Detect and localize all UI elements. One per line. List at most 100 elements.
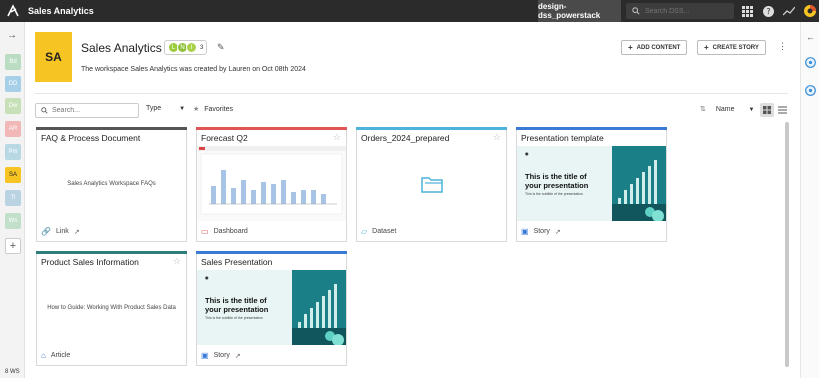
slide-image [292,270,346,345]
slide-logo-icon: ◉ [525,151,529,156]
card-title: Forecast Q2 [201,133,248,143]
workspace-tile[interactable]: Pm [5,144,21,160]
card-type: 🔗 Link ↗ [41,227,80,236]
trend-icon[interactable] [782,4,796,18]
card-type: ⌂ Article [41,351,71,360]
slide-subtitle: This is the subtitle of the presentation [525,192,583,196]
card-accent [36,127,187,130]
favorite-star-icon[interactable]: ☆ [333,132,341,143]
collapse-arrow-icon[interactable]: → [7,30,17,41]
content-card[interactable]: Product Sales Information ☆ How to Guide… [36,251,187,366]
workspace-tile[interactable]: Bd [5,54,21,70]
slide-subtitle: This is the subtitle of the presentation [205,316,263,320]
search-icon [632,7,640,15]
workspace-count: 8 WS [5,369,20,375]
slide-logo-icon: ◉ [205,275,209,280]
story-thumbnail: ◉ This is the title of your presentation… [197,270,346,345]
member-avatar: I [186,42,197,53]
card-title: Orders_2024_prepared [361,133,450,143]
list-view-icon [777,106,787,114]
content-card[interactable]: FAQ & Process Document Sales Analytics W… [36,127,187,242]
card-preview: Sales Analytics Workspace FAQs [67,180,156,187]
type-filter[interactable]: Type ▼ [146,105,185,112]
more-options-icon[interactable]: ⋮ [778,41,787,52]
svg-text:?: ? [766,7,770,16]
edit-pencil-icon[interactable]: ✎ [217,42,225,53]
workspace-description: The workspace Sales Analytics was create… [81,66,306,73]
card-preview: How to Guide: Working With Product Sales… [47,304,176,311]
member-count: 3 [200,44,204,51]
content-card[interactable]: Presentation template ◉ This is the titl… [516,127,667,242]
add-content-button[interactable]: + ADD CONTENT [621,40,688,55]
workspace-rail: → Bd DD Dw AR Pm SA Tl Ws + 8 WS [0,22,25,378]
card-title: Product Sales Information [41,257,139,267]
discussion-icon[interactable] [805,85,816,96]
card-type: ▣ Story ↗ [521,227,561,236]
card-title: Sales Presentation [201,257,273,267]
user-avatar-icon[interactable] [803,4,817,18]
caret-down-icon: ▼ [179,106,186,112]
app-title[interactable]: Sales Analytics [28,6,94,16]
scrollbar[interactable] [785,122,789,367]
card-title: Presentation template [521,133,604,143]
apps-grid-icon[interactable] [740,4,754,18]
workspace-tile[interactable]: Tl [5,190,21,206]
slide-title: This is the title of your presentation [205,296,269,314]
caret-down-icon: ▼ [748,107,755,113]
sort-icon: ⇅ [700,106,706,113]
favorite-star-icon[interactable]: ☆ [173,256,181,267]
header-divider [35,93,788,94]
add-workspace-button[interactable]: + [5,238,21,254]
external-link-icon[interactable]: ↗ [235,352,241,360]
workspace-tile[interactable]: Ws [5,213,21,229]
sort-select[interactable]: ⇅ Name ▼ [700,105,754,113]
story-thumbnail: ◉ This is the title of your presentation… [517,146,666,221]
dataiku-logo-icon[interactable] [6,4,20,18]
dashboard-icon: ▭ [201,227,209,236]
workspace-tile[interactable]: DD [5,76,21,92]
workspace-tile[interactable]: Dw [5,98,21,114]
slide-title: This is the title of your presentation [525,172,589,190]
workspace-tile-active[interactable]: SA [5,167,21,183]
create-story-button[interactable]: + CREATE STORY [697,40,766,55]
info-icon[interactable] [805,57,816,68]
card-accent [36,251,187,254]
favorites-filter[interactable]: ★ Favorites [193,105,233,113]
card-title: FAQ & Process Document [41,133,141,143]
global-search-input[interactable] [645,7,725,15]
article-icon: ⌂ [41,351,46,360]
content-card[interactable]: Orders_2024_prepared ☆ ▱ Dataset [356,127,507,242]
content-card[interactable]: Sales Presentation ◉ This is the title o… [196,251,347,366]
workspace-title: Sales Analytics [81,41,162,55]
search-box[interactable] [35,103,139,118]
card-accent [516,127,667,130]
right-panel-rail: ← [800,22,819,378]
workspace-tile[interactable]: AR [5,121,21,137]
external-link-icon[interactable]: ↗ [555,228,561,236]
dataset-icon: ▱ [361,227,368,236]
search-input[interactable] [52,107,132,114]
search-icon [41,107,48,114]
grid-view-toggle[interactable] [760,103,774,117]
grid-view-icon [763,106,771,114]
card-type: ▭ Dashboard [201,227,248,236]
favorite-star-icon[interactable]: ☆ [493,132,501,143]
card-preview [357,146,506,221]
members-badge[interactable]: L N I 3 [164,40,208,55]
help-icon[interactable]: ? [761,4,775,18]
content-card[interactable]: Forecast Q2 ☆ ▭ Dashboard [196,127,347,242]
external-link-icon[interactable]: ↗ [74,228,80,236]
workspace-avatar: SA [35,32,72,82]
star-icon: ★ [193,106,200,113]
card-type: ▣ Story ↗ [201,351,241,360]
story-icon: ▣ [521,227,529,236]
card-accent [196,127,347,130]
instance-name[interactable]: design-dss_powerstack [538,0,621,22]
plus-icon: + [628,43,633,52]
list-view-toggle[interactable] [777,103,787,117]
card-accent [356,127,507,130]
link-icon: 🔗 [41,227,51,236]
expand-panel-icon[interactable]: ← [806,32,815,42]
story-icon: ▣ [201,351,209,360]
global-search[interactable] [626,3,734,19]
